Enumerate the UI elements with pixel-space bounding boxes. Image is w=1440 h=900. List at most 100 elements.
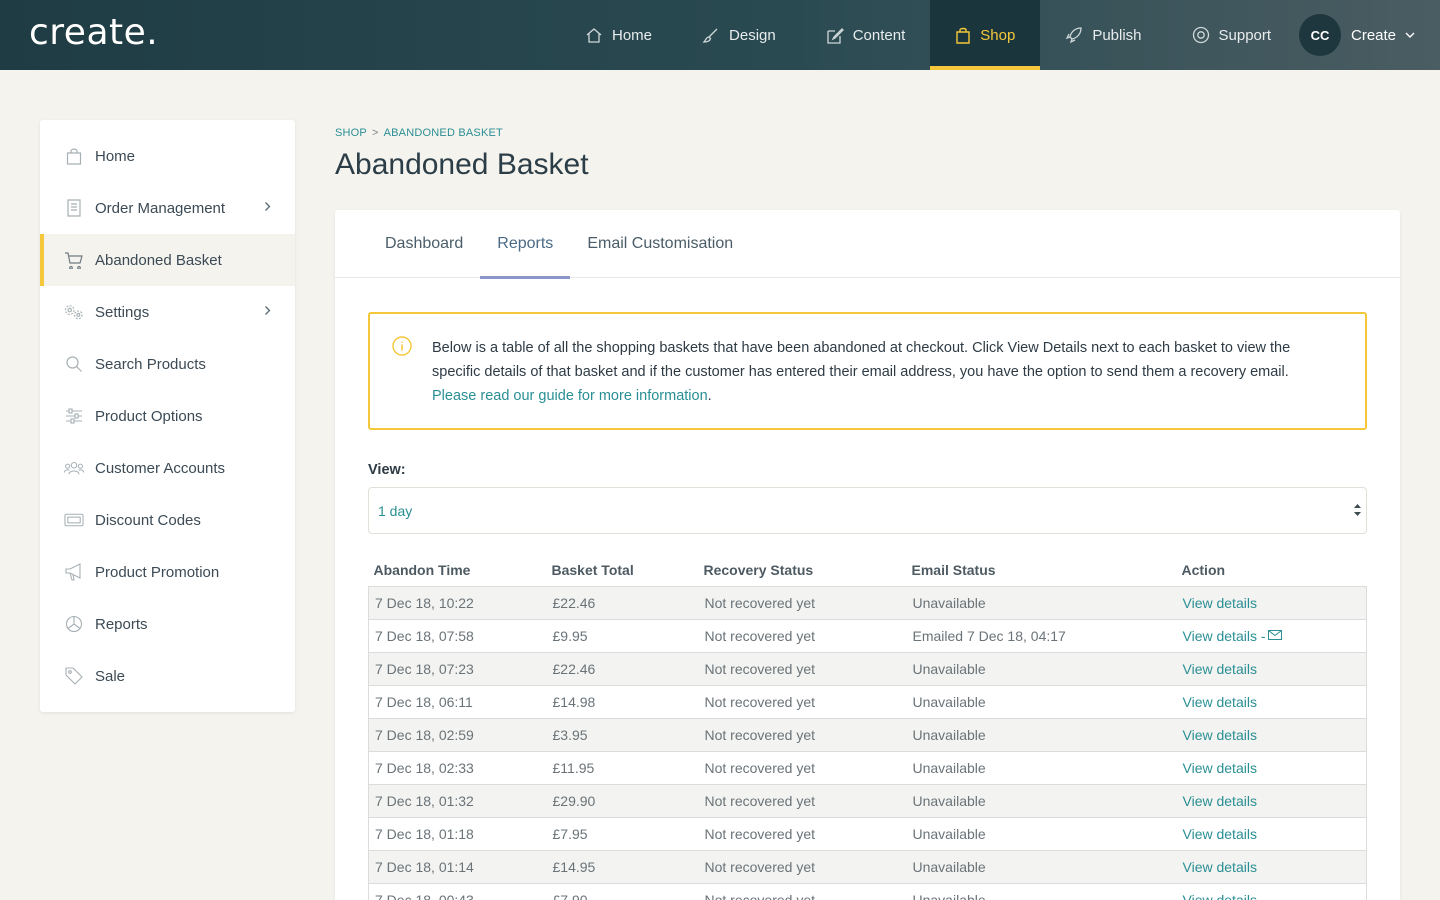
view-details-link[interactable]: View details (1183, 595, 1257, 611)
info-trailing: . (707, 388, 712, 404)
table-header-row: Abandon Time Basket Total Recovery Statu… (368, 554, 1367, 587)
view-select[interactable]: 1 day (368, 487, 1367, 534)
pie-chart-icon (64, 614, 84, 634)
sidebar-item-search-products[interactable]: Search Products (40, 338, 295, 390)
sidebar-item-reports[interactable]: Reports (40, 598, 295, 650)
column-header[interactable]: Basket Total (546, 554, 699, 587)
recovery-status-cell: Not recovered yet (698, 586, 907, 620)
guide-link[interactable]: Please read our guide for more informati… (432, 388, 708, 404)
view-details-link[interactable]: View details (1183, 661, 1257, 677)
table-row: 7 Dec 18, 10:22 £22.46 Not recovered yet Un… (368, 586, 1367, 620)
email-status-cell: Unavailable (906, 850, 1177, 884)
email-status-cell: Unavailable (906, 652, 1177, 686)
nav-support[interactable]: Support (1167, 0, 1297, 70)
avatar[interactable]: CC (1299, 14, 1341, 56)
sidebar-item-settings[interactable]: Settings (40, 286, 295, 338)
tab-dashboard[interactable]: Dashboard (368, 210, 480, 278)
abandon-time-cell: 7 Dec 18, 10:22 (368, 586, 547, 620)
basket-total-cell: £22.46 (546, 652, 699, 686)
breadcrumb-shop[interactable]: SHOP (335, 127, 367, 139)
column-header[interactable]: Abandon Time (368, 554, 547, 587)
sidebar-item-product-promotion[interactable]: Product Promotion (40, 546, 295, 598)
view-label: View: (368, 462, 406, 478)
sidebar-item-home[interactable]: Home (40, 130, 295, 182)
home-icon (586, 27, 602, 43)
nav-shop[interactable]: Shop (930, 0, 1041, 70)
column-header: Action (1176, 554, 1367, 587)
email-status-cell: Emailed 7 Dec 18, 04:17 (906, 619, 1177, 653)
sidebar-item-product-options[interactable]: Product Options (40, 390, 295, 442)
recovery-status-cell: Not recovered yet (698, 850, 907, 884)
view-details-link[interactable]: View details (1183, 859, 1257, 875)
view-details-link[interactable]: View details (1183, 727, 1257, 743)
nav-home[interactable]: Home (560, 0, 677, 70)
account-menu[interactable]: Create (1351, 0, 1415, 70)
sidebar-item-abandoned-basket[interactable]: Abandoned Basket (40, 234, 295, 286)
nav-shop-label: Shop (980, 26, 1016, 44)
sidebar-item-label: Order Management (95, 199, 226, 217)
view-details-link[interactable]: View details (1183, 826, 1257, 842)
sidebar-item-sale[interactable]: Sale (40, 650, 295, 702)
nav-publish[interactable]: Publish (1040, 0, 1166, 70)
view-details-link[interactable]: View details (1183, 760, 1257, 776)
abandon-time-cell: 7 Dec 18, 07:58 (368, 619, 547, 653)
sidebar-item-label: Search Products (95, 355, 206, 373)
document-icon (64, 198, 84, 218)
users-icon (64, 458, 84, 478)
gears-icon (64, 302, 84, 322)
nav-publish-label: Publish (1092, 26, 1142, 44)
cart-icon (64, 250, 84, 270)
column-header[interactable]: Recovery Status (698, 554, 907, 587)
info-box: Below is a table of all the shopping bas… (368, 312, 1367, 430)
sidebar-item-label: Reports (95, 615, 148, 633)
select-arrows-icon (1354, 504, 1361, 516)
table-row: 7 Dec 18, 06:11 £14.98 Not recovered yet Un… (368, 685, 1367, 719)
edit-icon (827, 27, 844, 44)
view-details-link[interactable]: View details (1183, 793, 1257, 809)
action-cell: View details (1176, 718, 1367, 752)
table-row: 7 Dec 18, 00:43 £7.90 Not recovered yet Una… (368, 883, 1367, 900)
column-header[interactable]: Email Status (906, 554, 1177, 587)
sidebar-item-discount-codes[interactable]: Discount Codes (40, 494, 295, 546)
sidebar-item-label: Sale (95, 667, 126, 685)
basket-total-cell: £29.90 (546, 784, 699, 818)
tab-reports[interactable]: Reports (480, 210, 571, 279)
abandon-time-cell: 7 Dec 18, 01:14 (368, 850, 547, 884)
info-text: Below is a table of all the shopping bas… (432, 336, 1332, 408)
info-body: Below is a table of all the shopping bas… (432, 340, 1291, 380)
email-status-cell: Unavailable (906, 817, 1177, 851)
view-details-link[interactable]: View details (1183, 694, 1257, 710)
sidebar-item-label: Product Options (95, 407, 203, 425)
tab-bar: Dashboard Reports Email Customisation (335, 210, 1400, 279)
action-cell: View details - (1176, 619, 1367, 653)
basket-total-cell: £22.46 (546, 586, 699, 620)
action-cell: View details (1176, 586, 1367, 620)
breadcrumb-current[interactable]: ABANDONED BASKET (384, 127, 503, 139)
view-details-link[interactable]: View details (1183, 892, 1257, 900)
abandoned-basket-table: Abandon Time Basket Total Recovery Statu… (368, 554, 1367, 900)
sidebar-item-customer-accounts[interactable]: Customer Accounts (40, 442, 295, 494)
content-card: Dashboard Reports Email Customisation Be… (335, 210, 1400, 900)
create-logo[interactable]: create. (29, 12, 158, 53)
recovery-status-cell: Not recovered yet (698, 784, 907, 818)
nav-design[interactable]: Design (677, 0, 801, 70)
info-icon (392, 336, 412, 356)
sidebar-item-label: Home (95, 147, 136, 165)
view-details-link[interactable]: View details - (1183, 628, 1266, 644)
table-row: 7 Dec 18, 02:59 £3.95 Not recovered yet Una… (368, 718, 1367, 752)
sidebar-item-order-management[interactable]: Order Management (40, 182, 295, 234)
envelope-icon[interactable] (1267, 629, 1282, 640)
email-status-cell: Unavailable (906, 751, 1177, 785)
lifebuoy-icon (1192, 26, 1209, 44)
main-nav: Home Design Content Shop Publish Support (560, 0, 1296, 70)
chevron-right-icon (265, 202, 271, 211)
nav-support-label: Support (1218, 26, 1272, 44)
basket-total-cell: £3.95 (546, 718, 699, 752)
nav-content[interactable]: Content (801, 0, 931, 70)
recovery-status-cell: Not recovered yet (698, 817, 907, 851)
email-status-cell: Unavailable (906, 718, 1177, 752)
search-icon (64, 354, 84, 374)
tag-icon (64, 666, 84, 686)
chevron-down-icon (1405, 32, 1415, 38)
tab-email-customisation[interactable]: Email Customisation (570, 210, 750, 278)
